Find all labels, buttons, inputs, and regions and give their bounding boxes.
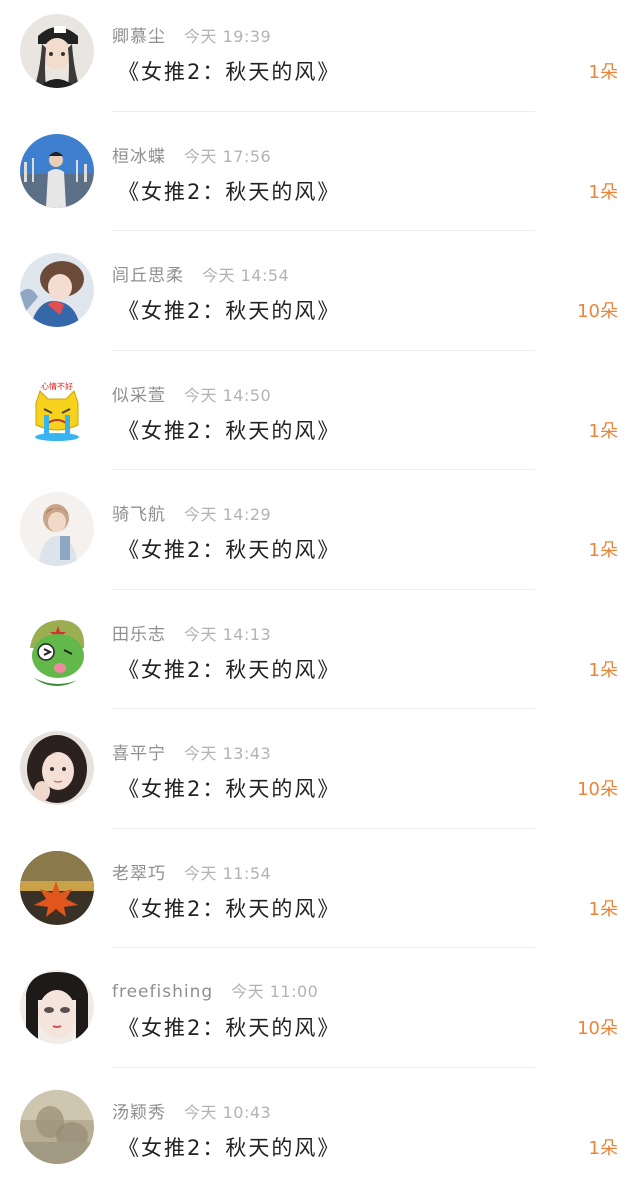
list-item[interactable]: 喜平宁今天 13:43 《女推2：秋天的风》 10朵 — [0, 717, 640, 837]
gift-record-list: 卿慕尘今天 19:39 《女推2：秋天的风》 1朵 桓冰蝶今天 17:56 《女… — [0, 0, 640, 1189]
avatar-anime-couple-icon — [20, 253, 94, 327]
user-name[interactable]: 老翠巧 — [112, 864, 166, 884]
list-item[interactable]: 心情不好 似采萱今天 14:50 《女推2：秋天的风》 1朵 — [0, 359, 640, 479]
timestamp: 今天 19:39 — [184, 27, 271, 46]
user-name[interactable]: 田乐志 — [112, 625, 166, 645]
divider — [112, 230, 535, 231]
avatar-girl-black-cap-icon — [20, 14, 94, 88]
flower-count: 1朵 — [589, 417, 618, 443]
avatar-girl-photo-icon — [20, 492, 94, 566]
avatar[interactable] — [20, 14, 94, 88]
timestamp: 今天 10:43 — [184, 1103, 271, 1122]
work-title[interactable]: 《女推2：秋天的风》 — [118, 295, 340, 325]
list-item[interactable]: 汤颖秀今天 10:43 《女推2：秋天的风》 1朵 — [0, 1076, 640, 1195]
list-item[interactable]: 桓冰蝶今天 17:56 《女推2：秋天的风》 1朵 — [0, 120, 640, 240]
divider — [112, 111, 535, 112]
flower-count: 1朵 — [589, 656, 618, 682]
timestamp: 今天 17:56 — [184, 147, 271, 166]
user-name[interactable]: 似采萱 — [112, 386, 166, 406]
flower-count: 10朵 — [577, 1014, 618, 1040]
flower-count: 1朵 — [589, 178, 618, 204]
avatar[interactable] — [20, 731, 94, 805]
work-title[interactable]: 《女推2：秋天的风》 — [118, 1132, 340, 1162]
avatar[interactable] — [20, 253, 94, 327]
list-item[interactable]: 卿慕尘今天 19:39 《女推2：秋天的风》 1朵 — [0, 0, 640, 120]
avatar-crying-cat-sticker-icon: 心情不好 — [20, 373, 94, 447]
avatar-autumn-leaf-icon — [20, 851, 94, 925]
flower-count: 1朵 — [589, 1134, 618, 1160]
timestamp: 今天 13:43 — [184, 744, 271, 763]
timestamp: 今天 14:54 — [202, 266, 289, 285]
divider — [112, 828, 535, 829]
work-title[interactable]: 《女推2：秋天的风》 — [118, 176, 340, 206]
avatar-vintage-tone-icon — [20, 1090, 94, 1164]
avatar[interactable] — [20, 134, 94, 208]
divider — [112, 947, 535, 948]
work-title[interactable]: 《女推2：秋天的风》 — [118, 534, 340, 564]
work-title[interactable]: 《女推2：秋天的风》 — [118, 1012, 340, 1042]
avatar[interactable] — [20, 970, 94, 1044]
divider — [112, 708, 535, 709]
svg-text:心情不好: 心情不好 — [41, 381, 73, 391]
flower-count: 1朵 — [589, 536, 618, 562]
avatar-green-frog-cartoon-icon — [20, 612, 94, 686]
list-item[interactable]: 老翠巧今天 11:54 《女推2：秋天的风》 1朵 — [0, 837, 640, 957]
list-item[interactable]: 田乐志今天 14:13 《女推2：秋天的风》 1朵 — [0, 598, 640, 718]
avatar-girl-selfie-icon — [20, 731, 94, 805]
work-title[interactable]: 《女推2：秋天的风》 — [118, 893, 340, 923]
avatar[interactable] — [20, 1090, 94, 1164]
timestamp: 今天 14:29 — [184, 505, 271, 524]
user-name[interactable]: 汤颖秀 — [112, 1103, 166, 1123]
timestamp: 今天 14:13 — [184, 625, 271, 644]
avatar-anime-girl-face-icon — [20, 970, 94, 1044]
work-title[interactable]: 《女推2：秋天的风》 — [118, 415, 340, 445]
flower-count: 10朵 — [577, 775, 618, 801]
flower-count: 1朵 — [589, 58, 618, 84]
avatar[interactable] — [20, 612, 94, 686]
flower-count: 1朵 — [589, 895, 618, 921]
user-name[interactable]: 骑飞航 — [112, 505, 166, 525]
divider — [112, 350, 535, 351]
work-title[interactable]: 《女推2：秋天的风》 — [118, 56, 340, 86]
avatar[interactable] — [20, 851, 94, 925]
avatar[interactable]: 心情不好 — [20, 373, 94, 447]
user-name[interactable]: freefishing — [112, 982, 213, 1002]
list-item[interactable]: 闾丘思柔今天 14:54 《女推2：秋天的风》 10朵 — [0, 239, 640, 359]
timestamp: 今天 11:54 — [184, 864, 271, 883]
avatar-man-harbor-icon — [20, 134, 94, 208]
user-name[interactable]: 喜平宁 — [112, 744, 166, 764]
list-item[interactable]: freefishing 今天 11:00 《女推2：秋天的风》 10朵 — [0, 956, 640, 1076]
timestamp: 今天 11:00 — [231, 982, 318, 1001]
divider — [112, 469, 535, 470]
timestamp: 今天 14:50 — [184, 386, 271, 405]
flower-count: 10朵 — [577, 297, 618, 323]
user-name[interactable]: 桓冰蝶 — [112, 147, 166, 167]
divider — [112, 589, 535, 590]
work-title[interactable]: 《女推2：秋天的风》 — [118, 654, 340, 684]
work-title[interactable]: 《女推2：秋天的风》 — [118, 773, 340, 803]
user-name[interactable]: 闾丘思柔 — [112, 266, 184, 286]
user-name[interactable]: 卿慕尘 — [112, 27, 166, 47]
list-item[interactable]: 骑飞航今天 14:29 《女推2：秋天的风》 1朵 — [0, 478, 640, 598]
avatar[interactable] — [20, 492, 94, 566]
divider — [112, 1067, 535, 1068]
